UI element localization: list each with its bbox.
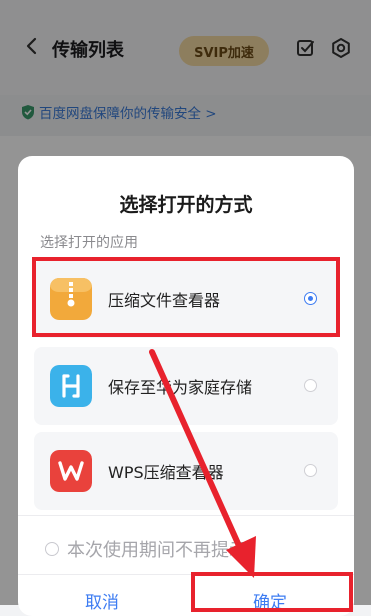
huawei-home-storage-icon (50, 365, 92, 407)
app-option-wps-viewer[interactable]: WPS压缩查看器 (34, 432, 338, 510)
radio-unselected[interactable] (304, 379, 317, 392)
app-option-huawei-storage[interactable]: 保存至华为家庭存储 (34, 347, 338, 425)
radio-unselected[interactable] (304, 464, 317, 477)
dialog-title: 选择打开的方式 (119, 194, 253, 216)
app-option-label: WPS压缩查看器 (108, 463, 224, 482)
dialog-subtitle: 选择打开的应用 (40, 235, 138, 251)
remember-choice-row[interactable]: 本次使用期间不再提示 (45, 536, 247, 562)
app-option-label: 保存至华为家庭存储 (108, 378, 253, 397)
annotation-highlight-box (32, 257, 340, 337)
open-with-dialog: 选择打开的方式 选择打开的应用 压缩文件查看器 保存至华为家庭存储 WPS压缩查… (18, 156, 354, 616)
remember-choice-label: 本次使用期间不再提示 (67, 540, 247, 561)
annotation-highlight-box (191, 572, 353, 612)
wps-icon (50, 450, 92, 492)
cancel-button[interactable]: 取消 (18, 588, 186, 613)
remember-checkbox[interactable] (45, 542, 59, 556)
divider (18, 515, 354, 516)
